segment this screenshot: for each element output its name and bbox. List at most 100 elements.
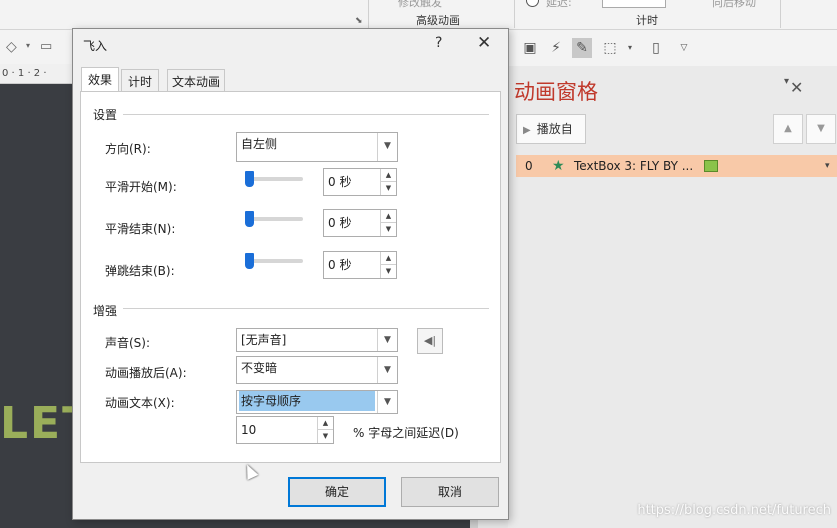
ribbon-move-cut[interactable]: 向后移动: [712, 0, 756, 10]
smooth-end-slider[interactable]: [245, 211, 303, 227]
bounce-end-stepper[interactable]: 0 秒 ▲ ▼: [323, 251, 397, 279]
after-animation-select[interactable]: 不变暗 ▼: [236, 356, 398, 384]
effect-panel: 设置 方向(R): 自左侧 ▼ 平滑开始(M): 0 秒 ▲ ▼ 平滑结束(N):…: [80, 91, 501, 463]
speaker-icon[interactable]: ◀|: [417, 328, 443, 354]
right-toolbar: ▣ ⚡ ✎ ⬚ ▾ ▯ ▽: [508, 30, 837, 66]
bounce-end-value: 0 秒: [328, 258, 352, 272]
arrow-down-icon[interactable]: ▼: [381, 265, 396, 278]
group-timing: 计时: [636, 14, 658, 27]
slider-thumb[interactable]: [245, 253, 254, 269]
sound-value: [无声音]: [241, 333, 287, 347]
tab-timing[interactable]: 计时: [121, 69, 159, 91]
chevron-down-icon[interactable]: ▼: [377, 329, 397, 351]
smooth-end-label: 平滑结束(N):: [105, 222, 176, 236]
after-animation-value: 不变暗: [241, 361, 278, 375]
close-icon[interactable]: ✕: [790, 78, 803, 97]
smooth-start-slider[interactable]: [245, 171, 303, 187]
tab-text-animation[interactable]: 文本动画: [167, 69, 225, 91]
arrow-up-icon[interactable]: ▲: [318, 417, 333, 430]
ok-button[interactable]: 确定: [288, 477, 386, 507]
dialog-launcher-icon[interactable]: ⬊: [355, 16, 363, 26]
play-from-label: 播放自: [536, 122, 573, 136]
group-advanced-animation: 高级动画: [416, 14, 460, 27]
after-animation-label: 动画播放后(A):: [105, 366, 187, 380]
ribbon: 修改触发 ⬊ 高级动画 延迟: 向后移动 计时: [0, 0, 837, 30]
motion-path-icon[interactable]: ⬚: [600, 38, 620, 58]
settings-section-title: 设置: [93, 108, 118, 122]
chevron-down-icon[interactable]: ▼: [377, 391, 397, 413]
letter-delay-value: 10: [241, 423, 257, 437]
animation-painter-icon[interactable]: ✎: [572, 38, 592, 58]
entrance-star-icon: ★: [552, 158, 565, 174]
bounce-end-slider[interactable]: [245, 253, 303, 269]
arrow-up-icon[interactable]: ▲: [381, 169, 396, 182]
document-icon[interactable]: ▯: [646, 38, 666, 58]
smooth-end-stepper[interactable]: 0 秒 ▲ ▼: [323, 209, 397, 237]
section-divider: [123, 308, 489, 309]
slider-thumb[interactable]: [245, 171, 254, 187]
fly-in-dialog: 飞入 ? ✕ 效果 计时 文本动画 设置 方向(R): 自左侧 ▼ 平滑开始(M…: [72, 28, 509, 520]
stepper-buttons[interactable]: ▲ ▼: [317, 417, 333, 443]
left-toolbar: ◇ ▾ ▭: [0, 30, 72, 64]
radio-icon[interactable]: [526, 0, 539, 7]
trigger-icon[interactable]: ⚡: [546, 38, 566, 58]
stepper-buttons[interactable]: ▲ ▼: [380, 210, 396, 236]
ribbon-delay-cut: 延迟:: [546, 0, 572, 9]
ribbon-separator: [780, 0, 781, 28]
sound-select[interactable]: [无声音] ▼: [236, 328, 398, 352]
arrow-down-icon[interactable]: ▼: [381, 223, 396, 236]
smooth-start-value: 0 秒: [328, 175, 352, 189]
sound-label: 声音(S):: [105, 336, 151, 350]
direction-label: 方向(R):: [105, 142, 151, 156]
ribbon-separator: [514, 0, 515, 28]
letter-delay-suffix: % 字母之间延迟(D): [353, 426, 459, 440]
dialog-title: 飞入: [83, 39, 108, 53]
enhance-section-title: 增强: [93, 304, 118, 318]
help-icon[interactable]: ?: [435, 35, 442, 51]
animate-text-select[interactable]: 按字母顺序 ▼: [236, 390, 398, 414]
arrow-up-icon[interactable]: ▲: [381, 210, 396, 223]
arrow-down-icon[interactable]: ▼: [381, 182, 396, 195]
move-down-button[interactable]: ▼: [806, 114, 836, 144]
delay-input[interactable]: [602, 0, 666, 8]
stepper-buttons[interactable]: ▲ ▼: [380, 252, 396, 278]
ruler: 0 · 1 · 2 ·: [0, 64, 72, 84]
stepper-buttons[interactable]: ▲ ▼: [380, 169, 396, 195]
animation-pane: 动画窗格 ▾ ✕ ▶ 播放自 ▲ ▼ 0 ★ TextBox 3: FLY BY …: [508, 66, 837, 528]
close-icon[interactable]: ✕: [477, 33, 491, 53]
chevron-down-icon[interactable]: ▽: [674, 38, 694, 58]
ribbon-trigger-cut[interactable]: 修改触发: [398, 0, 442, 10]
slider-thumb[interactable]: [245, 211, 254, 227]
letter-delay-stepper[interactable]: 10 ▲ ▼: [236, 416, 334, 444]
arrow-down-icon[interactable]: ▼: [318, 430, 333, 443]
arrow-up-icon[interactable]: ▲: [381, 252, 396, 265]
ribbon-separator: [368, 0, 369, 28]
chevron-down-icon[interactable]: ▾: [825, 155, 830, 177]
bounce-end-label: 弹跳结束(B):: [105, 264, 175, 278]
chevron-down-icon[interactable]: ▾: [620, 38, 640, 58]
chevron-down-icon[interactable]: ▼: [377, 133, 397, 161]
shape-fill-icon[interactable]: ◇: [6, 39, 17, 55]
pane-title: 动画窗格: [514, 80, 598, 104]
timing-bar: [704, 160, 718, 172]
tab-effect[interactable]: 效果: [81, 67, 119, 91]
animate-text-value: 按字母顺序: [239, 391, 375, 411]
smooth-start-label: 平滑开始(M):: [105, 180, 177, 194]
play-icon: ▶: [523, 125, 531, 136]
animation-label: TextBox 3: FLY BY ...: [574, 159, 694, 173]
move-up-button[interactable]: ▲: [773, 114, 803, 144]
chevron-down-icon[interactable]: ▼: [377, 357, 397, 383]
picture-icon[interactable]: ▭: [40, 39, 52, 54]
direction-value: 自左侧: [241, 137, 278, 151]
animation-list-item[interactable]: 0 ★ TextBox 3: FLY BY ... ▾: [516, 155, 837, 177]
direction-select[interactable]: 自左侧 ▼: [236, 132, 398, 162]
chevron-down-icon[interactable]: ▾: [26, 41, 30, 50]
play-from-button[interactable]: ▶ 播放自: [516, 114, 586, 144]
watermark: https://blog.csdn.net/futurech: [637, 503, 831, 518]
animation-pane-icon[interactable]: ▣: [520, 38, 540, 58]
cancel-button[interactable]: 取消: [401, 477, 499, 507]
smooth-start-stepper[interactable]: 0 秒 ▲ ▼: [323, 168, 397, 196]
section-divider: [123, 114, 489, 115]
smooth-end-value: 0 秒: [328, 216, 352, 230]
animate-text-label: 动画文本(X):: [105, 396, 175, 410]
